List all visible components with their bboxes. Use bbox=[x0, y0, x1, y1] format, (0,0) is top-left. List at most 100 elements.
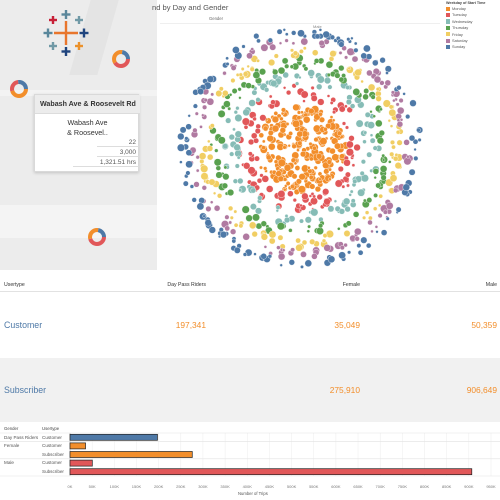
bubble-monday[interactable] bbox=[314, 186, 322, 193]
bar[interactable] bbox=[69, 442, 86, 450]
bubble-thursday[interactable] bbox=[375, 182, 382, 189]
bubble-wednesday[interactable] bbox=[352, 178, 358, 184]
bubble-monday[interactable] bbox=[289, 184, 295, 190]
bubble-friday[interactable] bbox=[229, 215, 234, 220]
bubble-wednesday[interactable] bbox=[323, 77, 331, 85]
bubble-monday[interactable] bbox=[296, 115, 302, 121]
bubble-monday[interactable] bbox=[259, 165, 263, 170]
bubble-saturday[interactable] bbox=[367, 219, 373, 226]
bubble-monday[interactable] bbox=[312, 124, 321, 133]
bubble-monday[interactable] bbox=[282, 177, 288, 182]
bubble-monday[interactable] bbox=[300, 151, 307, 158]
bubble-sunday[interactable] bbox=[365, 242, 372, 249]
bubble-tuesday[interactable] bbox=[254, 155, 260, 162]
bubble-friday[interactable] bbox=[389, 139, 395, 145]
bubble-monday[interactable] bbox=[313, 165, 318, 170]
bubble-tuesday[interactable] bbox=[299, 203, 303, 208]
bubble-sunday[interactable] bbox=[396, 85, 402, 91]
bubble-saturday[interactable] bbox=[210, 200, 214, 204]
bubble-tuesday[interactable] bbox=[334, 179, 343, 188]
bubble-monday[interactable] bbox=[309, 156, 314, 162]
bubble-sunday[interactable] bbox=[385, 71, 389, 75]
bubble-wednesday[interactable] bbox=[316, 75, 325, 84]
bubble-saturday[interactable] bbox=[403, 157, 412, 166]
bubble-tuesday[interactable] bbox=[322, 188, 330, 196]
bubble-sunday[interactable] bbox=[314, 33, 321, 40]
bubble-wednesday[interactable] bbox=[236, 155, 241, 160]
bubble-thursday[interactable] bbox=[238, 96, 242, 100]
bubble-sunday[interactable] bbox=[375, 230, 379, 234]
bubble-tuesday[interactable] bbox=[348, 135, 355, 142]
crosstab-row-customer[interactable]: Customer 197,341 35,049 50,359 bbox=[0, 292, 500, 358]
bubble-friday[interactable] bbox=[233, 209, 238, 214]
bubble-saturday[interactable] bbox=[193, 181, 200, 188]
bubble-saturday[interactable] bbox=[199, 125, 203, 129]
bubble-saturday[interactable] bbox=[284, 38, 289, 43]
bubble-friday[interactable] bbox=[322, 233, 328, 239]
bubble-thursday[interactable] bbox=[379, 165, 388, 173]
bubble-sunday[interactable] bbox=[267, 253, 273, 259]
bubble-saturday[interactable] bbox=[224, 225, 230, 232]
bubble-tuesday[interactable] bbox=[261, 175, 270, 183]
bubble-wednesday[interactable] bbox=[225, 117, 232, 124]
bubble-thursday[interactable] bbox=[276, 222, 285, 231]
bubble-sunday[interactable] bbox=[300, 264, 304, 269]
bubble-friday[interactable] bbox=[391, 144, 396, 150]
bubble-tuesday[interactable] bbox=[247, 138, 255, 146]
bubble-thursday[interactable] bbox=[221, 182, 229, 189]
bubble-saturday[interactable] bbox=[201, 113, 205, 117]
bubble-sunday[interactable] bbox=[202, 214, 206, 218]
bubble-thursday[interactable] bbox=[381, 153, 386, 158]
bubble-saturday[interactable] bbox=[202, 104, 208, 110]
bubble-tuesday[interactable] bbox=[252, 116, 257, 122]
bubble-monday[interactable] bbox=[275, 170, 282, 177]
bubble-thursday[interactable] bbox=[316, 227, 324, 235]
bubble-sunday[interactable] bbox=[356, 243, 362, 249]
bubble-friday[interactable] bbox=[212, 191, 217, 195]
bubble-saturday[interactable] bbox=[354, 236, 360, 242]
bubble-saturday[interactable] bbox=[224, 214, 230, 220]
bubble-monday[interactable] bbox=[277, 158, 286, 167]
bubble-sunday[interactable] bbox=[242, 252, 248, 257]
bubble-saturday[interactable] bbox=[311, 253, 318, 260]
bubble-friday[interactable] bbox=[375, 95, 382, 102]
bubble-friday[interactable] bbox=[354, 68, 362, 77]
bubble-friday[interactable] bbox=[273, 53, 279, 59]
bubble-sunday[interactable] bbox=[360, 236, 368, 244]
bubble-saturday[interactable] bbox=[382, 209, 388, 215]
bubble-sunday[interactable] bbox=[182, 180, 189, 187]
bubble-thursday[interactable] bbox=[369, 110, 373, 114]
bubble-monday[interactable] bbox=[293, 161, 298, 166]
bubble-friday[interactable] bbox=[256, 58, 260, 63]
bubble-tuesday[interactable] bbox=[346, 183, 350, 188]
bubble-sunday[interactable] bbox=[297, 29, 305, 38]
bubble-friday[interactable] bbox=[396, 139, 403, 146]
bubble-wednesday[interactable] bbox=[257, 195, 263, 201]
bubble-monday[interactable] bbox=[258, 132, 265, 139]
bubble-wednesday[interactable] bbox=[333, 199, 337, 203]
bubble-friday[interactable] bbox=[216, 193, 223, 199]
bubble-tuesday[interactable] bbox=[302, 99, 306, 103]
bubble-thursday[interactable] bbox=[352, 88, 361, 96]
bubble-monday[interactable] bbox=[318, 111, 323, 117]
bubble-sunday[interactable] bbox=[253, 33, 260, 40]
bar[interactable] bbox=[69, 459, 93, 467]
bubble-monday[interactable] bbox=[329, 147, 336, 155]
bubble-thursday[interactable] bbox=[375, 119, 383, 128]
bubble-tuesday[interactable] bbox=[317, 98, 325, 106]
bubble-friday[interactable] bbox=[321, 238, 327, 244]
bubble-monday[interactable] bbox=[271, 124, 280, 133]
bubble-friday[interactable] bbox=[389, 151, 395, 157]
bubble-monday[interactable] bbox=[296, 110, 302, 115]
bubble-wednesday[interactable] bbox=[307, 69, 315, 77]
bubble-thursday[interactable] bbox=[272, 68, 279, 76]
bubble-wednesday[interactable] bbox=[350, 198, 356, 204]
bubble-tuesday[interactable] bbox=[287, 190, 294, 197]
bubble-wednesday[interactable] bbox=[248, 99, 256, 107]
bubble-monday[interactable] bbox=[336, 130, 343, 136]
bubble-saturday[interactable] bbox=[281, 248, 286, 252]
bubble-saturday[interactable] bbox=[250, 47, 254, 51]
bubble-saturday[interactable] bbox=[263, 245, 268, 249]
bubble-monday[interactable] bbox=[287, 144, 291, 148]
bubble-monday[interactable] bbox=[262, 139, 266, 144]
